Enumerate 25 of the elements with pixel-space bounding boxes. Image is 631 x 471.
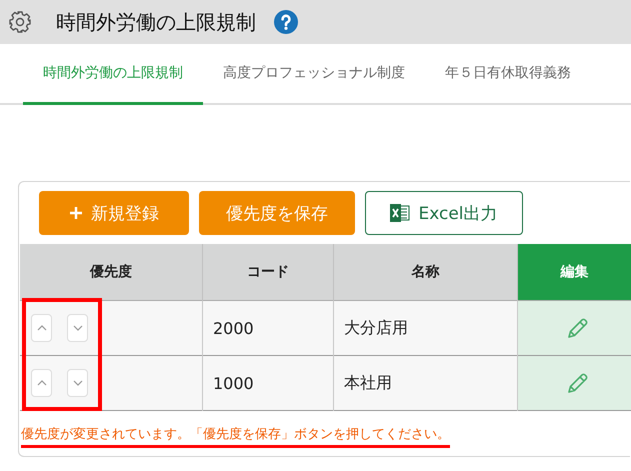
move-down-button[interactable]	[67, 314, 88, 342]
move-down-button[interactable]	[67, 369, 88, 397]
move-up-button[interactable]	[31, 314, 52, 342]
pencil-icon[interactable]	[566, 316, 590, 340]
help-icon[interactable]	[274, 10, 298, 34]
column-header: コード	[202, 244, 334, 300]
column-header: 編集	[518, 244, 631, 300]
excel-export-button[interactable]: Excel出力	[365, 191, 523, 235]
move-up-button[interactable]	[31, 369, 52, 397]
tab[interactable]: 年５日有休取得義務	[425, 44, 591, 105]
spreadsheet-icon	[390, 204, 410, 222]
column-header: 優先度	[20, 244, 202, 300]
pencil-icon[interactable]	[566, 371, 590, 395]
page-title: 時間外労働の上限規制	[56, 8, 256, 36]
tab[interactable]: 時間外労働の上限規制	[23, 44, 203, 105]
warning-message: 優先度が変更されています。「優先度を保存」ボタンを押してください。	[21, 426, 450, 443]
settings-icon[interactable]	[8, 10, 32, 34]
tab[interactable]: 高度プロフェッショナル制度	[203, 44, 425, 105]
plus-icon	[69, 206, 83, 220]
chevron-up-icon	[36, 380, 46, 386]
chevron-up-icon	[36, 325, 46, 331]
table-cell: 1000	[202, 356, 334, 410]
chevron-down-icon	[72, 325, 82, 331]
chevron-down-icon	[72, 380, 82, 386]
column-header: 名称	[334, 244, 518, 300]
